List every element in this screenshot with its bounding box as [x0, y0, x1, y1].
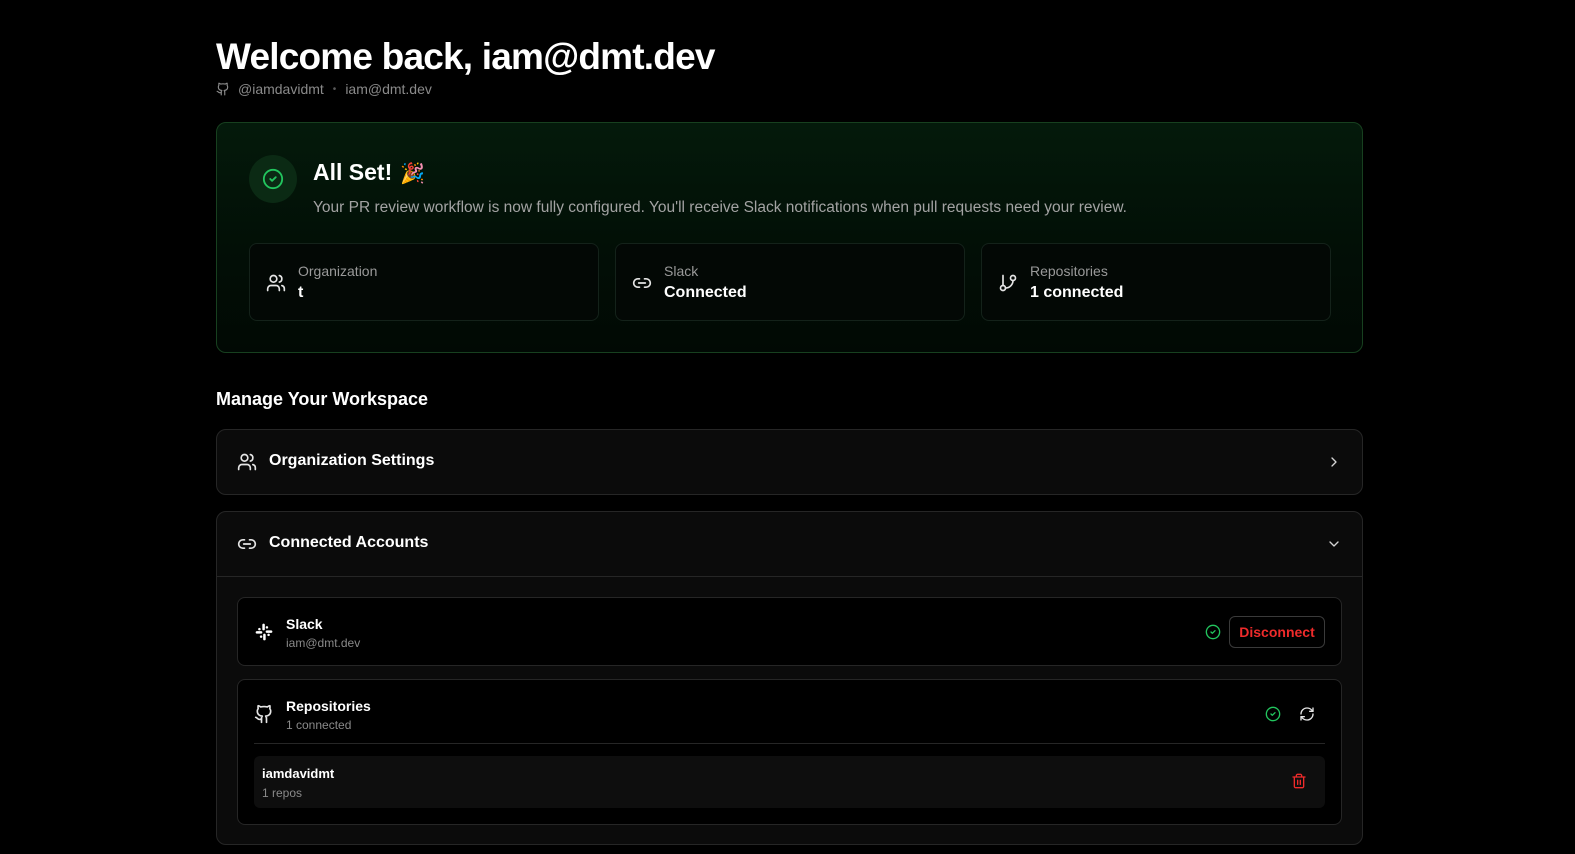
connected-accounts-label: Connected Accounts [269, 534, 429, 551]
organization-settings-header[interactable]: Organization Settings [217, 430, 1362, 494]
stat-value: Connected [664, 284, 747, 301]
setup-complete-card: All Set! 🎉 Your PR review workflow is now… [216, 122, 1363, 353]
git-branch-icon [998, 273, 1018, 293]
stat-slack: Slack Connected [615, 243, 965, 321]
check-circle-icon [1205, 624, 1221, 640]
refresh-icon[interactable] [1299, 706, 1315, 722]
github-username: @iamdavidmt [238, 81, 324, 97]
stat-repositories: Repositories 1 connected [981, 243, 1331, 321]
trash-icon[interactable] [1291, 773, 1307, 789]
party-icon: 🎉 [400, 163, 426, 185]
stat-organization: Organization t [249, 243, 599, 321]
organization-settings-card[interactable]: Organization Settings [216, 429, 1363, 495]
repositories-count: 1 connected [286, 718, 352, 732]
check-circle-icon [1265, 706, 1281, 722]
page-title: Welcome back, iam@dmt.dev [216, 36, 715, 77]
chevron-right-icon[interactable] [1326, 454, 1342, 470]
stat-value: 1 connected [1030, 284, 1124, 301]
disconnect-button[interactable]: Disconnect [1229, 616, 1325, 648]
section-title: Manage Your Workspace [216, 389, 429, 409]
stat-label: Slack [664, 263, 699, 279]
setup-title-text: All Set! [313, 159, 393, 185]
github-icon [216, 82, 230, 96]
slack-name: Slack [286, 616, 323, 632]
user-email: iam@dmt.dev [345, 81, 432, 97]
chevron-down-icon[interactable] [1326, 536, 1342, 552]
divider [254, 743, 1325, 744]
repository-count: 1 repos [262, 786, 303, 800]
link-icon [632, 273, 652, 293]
connected-accounts-card: Connected Accounts Slack iam@dmt.dev Dis… [216, 511, 1363, 845]
users-icon [266, 273, 286, 293]
setup-title: All Set! 🎉 [313, 159, 425, 186]
account-info: @iamdavidmt • iam@dmt.dev [216, 80, 432, 98]
repositories-name: Repositories [286, 698, 371, 714]
slack-email: iam@dmt.dev [286, 636, 361, 650]
stat-label: Organization [298, 263, 378, 279]
stat-label: Repositories [1030, 263, 1108, 279]
check-circle-icon [249, 155, 297, 203]
slack-icon [254, 622, 274, 642]
users-icon [237, 452, 257, 472]
repository-owner: iamdavidmt [262, 766, 335, 781]
repository-owner-row: iamdavidmt 1 repos [254, 756, 1325, 808]
separator: • [332, 83, 337, 95]
link-icon [237, 534, 257, 554]
stat-value: t [298, 284, 304, 301]
slack-account-row: Slack iam@dmt.dev Disconnect [237, 597, 1342, 666]
organization-settings-label: Organization Settings [269, 452, 435, 469]
connected-accounts-header[interactable]: Connected Accounts [217, 512, 1362, 577]
repositories-account-row: Repositories 1 connected iamdavidmt 1 re… [237, 679, 1342, 825]
github-icon [254, 704, 274, 724]
setup-description: Your PR review workflow is now fully con… [313, 199, 1127, 216]
